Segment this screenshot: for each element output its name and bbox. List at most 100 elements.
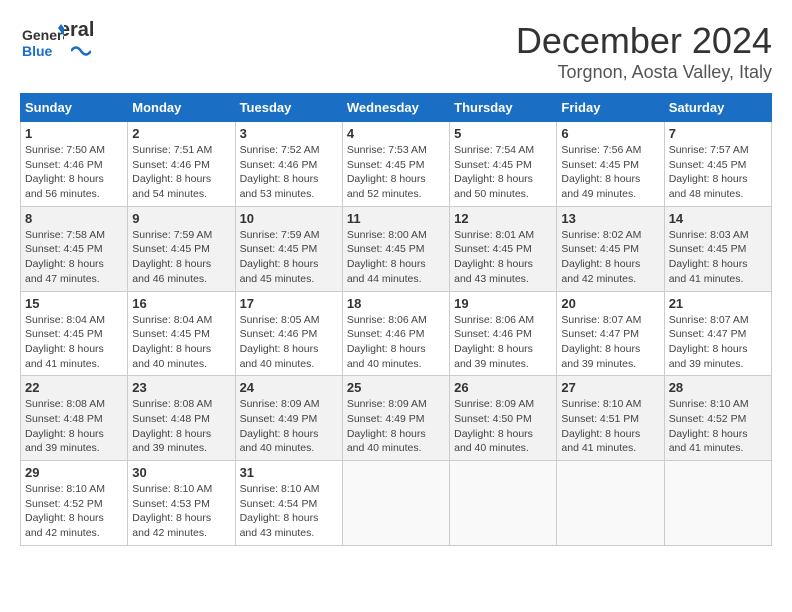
day-number: 12 xyxy=(454,211,552,226)
calendar-title: December 2024 xyxy=(516,20,772,62)
day-info: Sunrise: 7:59 AM Sunset: 4:45 PM Dayligh… xyxy=(240,228,338,287)
calendar-cell: 21Sunrise: 8:07 AM Sunset: 4:47 PM Dayli… xyxy=(664,291,771,376)
calendar-cell: 27Sunrise: 8:10 AM Sunset: 4:51 PM Dayli… xyxy=(557,376,664,461)
calendar-cell: 20 Sunrise: 8:07 AM Sunset: 4:47 PM Dayli… xyxy=(557,291,664,376)
day-info: Sunrise: 7:59 AM Sunset: 4:45 PM Dayligh… xyxy=(132,228,230,287)
day-info: Sunrise: 7:58 AM Sunset: 4:45 PM Dayligh… xyxy=(25,228,123,287)
day-number: 4 xyxy=(347,126,445,141)
day-number: 23 xyxy=(132,380,230,395)
day-number: 3 xyxy=(240,126,338,141)
day-number: 27 xyxy=(561,380,659,395)
day-number: 11 xyxy=(347,211,445,226)
calendar-week-row: 15 Sunrise: 8:04 AM Sunset: 4:45 PM Dayli… xyxy=(21,291,772,376)
day-info: Sunrise: 8:04 AM Sunset: 4:45 PM Dayligh… xyxy=(132,313,230,372)
calendar-cell: 10 Sunrise: 7:59 AM Sunset: 4:45 PM Dayli… xyxy=(235,206,342,291)
calendar-cell: 11 Sunrise: 8:00 AM Sunset: 4:45 PM Dayli… xyxy=(342,206,449,291)
calendar-cell: 8Sunrise: 7:58 AM Sunset: 4:45 PM Daylig… xyxy=(21,206,128,291)
day-number: 7 xyxy=(669,126,767,141)
day-number: 31 xyxy=(240,465,338,480)
weekday-header-row: SundayMondayTuesdayWednesdayThursdayFrid… xyxy=(21,94,772,122)
logo: General Blue General Blue xyxy=(20,20,94,60)
day-number: 13 xyxy=(561,211,659,226)
calendar-cell: 28Sunrise: 8:10 AM Sunset: 4:52 PM Dayli… xyxy=(664,376,771,461)
day-info: Sunrise: 8:09 AM Sunset: 4:49 PM Dayligh… xyxy=(240,397,338,456)
day-number: 25 xyxy=(347,380,445,395)
day-info: Sunrise: 8:00 AM Sunset: 4:45 PM Dayligh… xyxy=(347,228,445,287)
day-info: Sunrise: 8:04 AM Sunset: 4:45 PM Dayligh… xyxy=(25,313,123,372)
calendar-cell xyxy=(450,461,557,546)
day-number: 18 xyxy=(347,296,445,311)
day-number: 29 xyxy=(25,465,123,480)
day-number: 16 xyxy=(132,296,230,311)
calendar-cell: 30 Sunrise: 8:10 AM Sunset: 4:53 PM Dayli… xyxy=(128,461,235,546)
day-number: 28 xyxy=(669,380,767,395)
day-info: Sunrise: 8:09 AM Sunset: 4:49 PM Dayligh… xyxy=(347,397,445,456)
calendar-cell: 13 Sunrise: 8:02 AM Sunset: 4:45 PM Dayli… xyxy=(557,206,664,291)
day-number: 6 xyxy=(561,126,659,141)
logo-icon: General Blue xyxy=(20,20,64,64)
day-info: Sunrise: 8:07 AM Sunset: 4:47 PM Dayligh… xyxy=(669,313,767,372)
day-number: 20 xyxy=(561,296,659,311)
calendar-cell: 6 Sunrise: 7:56 AM Sunset: 4:45 PM Daylig… xyxy=(557,122,664,207)
weekday-header-wednesday: Wednesday xyxy=(342,94,449,122)
calendar-cell: 14 Sunrise: 8:03 AM Sunset: 4:45 PM Dayli… xyxy=(664,206,771,291)
day-number: 19 xyxy=(454,296,552,311)
day-info: Sunrise: 7:50 AM Sunset: 4:46 PM Dayligh… xyxy=(25,143,123,202)
day-number: 15 xyxy=(25,296,123,311)
day-info: Sunrise: 8:06 AM Sunset: 4:46 PM Dayligh… xyxy=(454,313,552,372)
calendar-cell xyxy=(664,461,771,546)
day-number: 2 xyxy=(132,126,230,141)
day-info: Sunrise: 7:56 AM Sunset: 4:45 PM Dayligh… xyxy=(561,143,659,202)
calendar-week-row: 22 Sunrise: 8:08 AM Sunset: 4:48 PM Dayli… xyxy=(21,376,772,461)
weekday-header-monday: Monday xyxy=(128,94,235,122)
day-number: 10 xyxy=(240,211,338,226)
calendar-cell: 23 Sunrise: 8:08 AM Sunset: 4:48 PM Dayli… xyxy=(128,376,235,461)
calendar-week-row: 29 Sunrise: 8:10 AM Sunset: 4:52 PM Dayli… xyxy=(21,461,772,546)
calendar-cell: 7 Sunrise: 7:57 AM Sunset: 4:45 PM Daylig… xyxy=(664,122,771,207)
calendar-cell: 31 Sunrise: 8:10 AM Sunset: 4:54 PM Dayli… xyxy=(235,461,342,546)
day-number: 5 xyxy=(454,126,552,141)
calendar-cell: 18 Sunrise: 8:06 AM Sunset: 4:46 PM Dayli… xyxy=(342,291,449,376)
calendar-cell: 2 Sunrise: 7:51 AM Sunset: 4:46 PM Daylig… xyxy=(128,122,235,207)
day-number: 17 xyxy=(240,296,338,311)
day-info: Sunrise: 8:08 AM Sunset: 4:48 PM Dayligh… xyxy=(132,397,230,456)
day-number: 26 xyxy=(454,380,552,395)
day-info: Sunrise: 7:57 AM Sunset: 4:45 PM Dayligh… xyxy=(669,143,767,202)
day-info: Sunrise: 8:02 AM Sunset: 4:45 PM Dayligh… xyxy=(561,228,659,287)
logo-wave-icon xyxy=(71,44,91,58)
day-info: Sunrise: 7:53 AM Sunset: 4:45 PM Dayligh… xyxy=(347,143,445,202)
day-info: Sunrise: 8:03 AM Sunset: 4:45 PM Dayligh… xyxy=(669,228,767,287)
calendar-cell: 29 Sunrise: 8:10 AM Sunset: 4:52 PM Dayli… xyxy=(21,461,128,546)
day-info: Sunrise: 8:06 AM Sunset: 4:46 PM Dayligh… xyxy=(347,313,445,372)
day-info: Sunrise: 7:52 AM Sunset: 4:46 PM Dayligh… xyxy=(240,143,338,202)
title-block: December 2024 Torgnon, Aosta Valley, Ita… xyxy=(516,20,772,83)
day-info: Sunrise: 8:10 AM Sunset: 4:54 PM Dayligh… xyxy=(240,482,338,541)
calendar-table: SundayMondayTuesdayWednesdayThursdayFrid… xyxy=(20,93,772,546)
day-info: Sunrise: 8:05 AM Sunset: 4:46 PM Dayligh… xyxy=(240,313,338,372)
day-number: 22 xyxy=(25,380,123,395)
calendar-cell: 9 Sunrise: 7:59 AM Sunset: 4:45 PM Daylig… xyxy=(128,206,235,291)
weekday-header-tuesday: Tuesday xyxy=(235,94,342,122)
day-number: 14 xyxy=(669,211,767,226)
calendar-cell: 25 Sunrise: 8:09 AM Sunset: 4:49 PM Dayli… xyxy=(342,376,449,461)
day-info: Sunrise: 8:09 AM Sunset: 4:50 PM Dayligh… xyxy=(454,397,552,456)
page-header: General Blue General Blue December 2024 … xyxy=(20,20,772,83)
calendar-cell xyxy=(557,461,664,546)
calendar-cell: 24 Sunrise: 8:09 AM Sunset: 4:49 PM Dayli… xyxy=(235,376,342,461)
day-number: 30 xyxy=(132,465,230,480)
day-info: Sunrise: 8:10 AM Sunset: 4:53 PM Dayligh… xyxy=(132,482,230,541)
weekday-header-thursday: Thursday xyxy=(450,94,557,122)
day-info: Sunrise: 8:07 AM Sunset: 4:47 PM Dayligh… xyxy=(561,313,659,372)
svg-text:Blue: Blue xyxy=(22,43,53,59)
calendar-cell: 3 Sunrise: 7:52 AM Sunset: 4:46 PM Daylig… xyxy=(235,122,342,207)
calendar-cell: 22Sunrise: 8:08 AM Sunset: 4:48 PM Dayli… xyxy=(21,376,128,461)
day-number: 9 xyxy=(132,211,230,226)
calendar-cell: 19 Sunrise: 8:06 AM Sunset: 4:46 PM Dayli… xyxy=(450,291,557,376)
day-number: 24 xyxy=(240,380,338,395)
day-info: Sunrise: 8:10 AM Sunset: 4:52 PM Dayligh… xyxy=(25,482,123,541)
calendar-cell: 5 Sunrise: 7:54 AM Sunset: 4:45 PM Daylig… xyxy=(450,122,557,207)
calendar-week-row: 8Sunrise: 7:58 AM Sunset: 4:45 PM Daylig… xyxy=(21,206,772,291)
day-info: Sunrise: 7:54 AM Sunset: 4:45 PM Dayligh… xyxy=(454,143,552,202)
weekday-header-sunday: Sunday xyxy=(21,94,128,122)
day-info: Sunrise: 7:51 AM Sunset: 4:46 PM Dayligh… xyxy=(132,143,230,202)
